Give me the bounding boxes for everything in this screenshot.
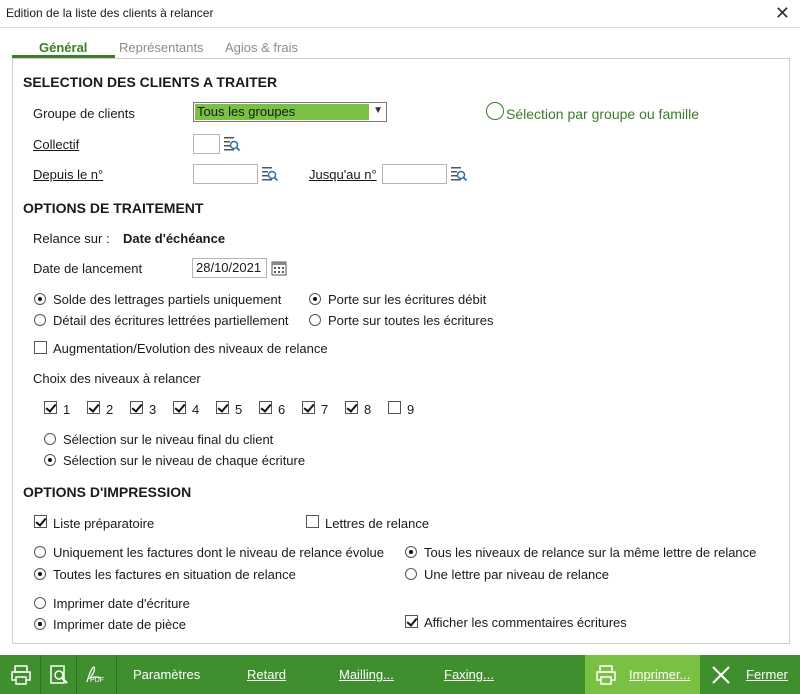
augmentation-label: Augmentation/Evolution des niveaux de re… [53, 341, 328, 356]
radio-niveau-chaque-label: Sélection sur le niveau de chaque écritu… [63, 453, 306, 468]
afficher-commentaires-label: Afficher les commentaires écritures [424, 615, 627, 630]
radio-niveau-final-label: Sélection sur le niveau final du client [63, 432, 274, 447]
tab-agios-frais[interactable]: Agios & frais [225, 40, 298, 55]
radio-uniquement-factures-label: Uniquement les factures dont le niveau d… [53, 545, 384, 560]
footer-toolbar: PDF Paramètres Retard Mailling... Faxing… [0, 655, 800, 694]
lettres-relance-label: Lettres de relance [325, 516, 430, 531]
niveau-5-label: 5 [235, 402, 243, 417]
radio-tous-niveaux[interactable] [405, 546, 417, 558]
groupe-label: Groupe de clients [33, 106, 135, 121]
niveau-7-checkbox[interactable] [302, 401, 315, 414]
footer-separator [76, 655, 77, 694]
fermer-label: Fermer [746, 667, 788, 682]
liste-preparatoire-checkbox[interactable] [34, 515, 47, 528]
radio-une-lettre-label: Une lettre par niveau de relance [424, 567, 610, 582]
search-icon[interactable] [450, 165, 468, 183]
radio-debit[interactable] [309, 293, 321, 305]
tab-representants[interactable]: Représentants [119, 40, 204, 55]
niveau-2-checkbox[interactable] [87, 401, 100, 414]
radio-tous-niveaux-label: Tous les niveaux de relance sur la même … [424, 545, 757, 560]
imprimer-button[interactable]: Imprimer... [585, 655, 700, 694]
niveau-3-checkbox[interactable] [130, 401, 143, 414]
relance-sur-value: Date d'échéance [123, 231, 226, 246]
relance-sur-label: Relance sur : [33, 231, 110, 246]
niveau-1-checkbox[interactable] [44, 401, 57, 414]
radio-detail[interactable] [34, 314, 46, 326]
depuis-label: Depuis le n° [33, 167, 104, 182]
niveau-3-label: 3 [149, 402, 157, 417]
niveau-9-checkbox[interactable] [388, 401, 401, 414]
niveau-8-label: 8 [364, 402, 372, 417]
search-icon[interactable] [261, 165, 279, 183]
tab-bar: Général Représentants Agios & frais [0, 28, 800, 58]
section-impression-title: OPTIONS D'IMPRESSION [23, 484, 192, 500]
fermer-button[interactable]: Fermer [700, 655, 800, 694]
parametres-button[interactable]: Paramètres [133, 655, 200, 694]
date-lancement-label: Date de lancement [33, 261, 143, 276]
niveau-8-checkbox[interactable] [345, 401, 358, 414]
radio-niveau-chaque[interactable] [44, 454, 56, 466]
radio-toutes[interactable] [309, 314, 321, 326]
radio-solde[interactable] [34, 293, 46, 305]
mailling-button[interactable]: Mailling... [339, 655, 394, 694]
radio-niveau-final[interactable] [44, 433, 56, 445]
niveau-4-label: 4 [192, 402, 200, 417]
jusquau-label: Jusqu'au n° [309, 167, 377, 182]
date-lancement-input[interactable]: 28/10/2021 [192, 258, 267, 278]
printer-icon[interactable] [10, 664, 32, 686]
section-selection-title: SELECTION DES CLIENTS A TRAITER [23, 74, 278, 90]
selection-groupe-famille-link[interactable]: Sélection par groupe ou famille [506, 106, 699, 122]
depuis-input[interactable] [193, 164, 258, 184]
footer-separator [116, 655, 117, 694]
niveau-1-label: 1 [63, 402, 71, 417]
main-panel: SELECTION DES CLIENTS A TRAITER Groupe d… [12, 58, 790, 644]
choix-niveaux-label: Choix des niveaux à relancer [33, 371, 201, 386]
afficher-commentaires-checkbox[interactable] [405, 615, 418, 628]
close-icon[interactable]: ✕ [775, 3, 790, 24]
chevron-down-icon[interactable]: ▼ [373, 105, 383, 116]
close-icon [712, 666, 730, 684]
retard-button[interactable]: Retard [247, 655, 286, 694]
liste-preparatoire-label: Liste préparatoire [53, 516, 155, 531]
radio-solde-label: Solde des lettrages partiels uniquement [53, 292, 282, 307]
niveau-4-checkbox[interactable] [173, 401, 186, 414]
radio-uniquement-factures[interactable] [34, 546, 46, 558]
print-preview-icon[interactable] [48, 664, 70, 686]
window-title: Edition de la liste des clients à relanc… [6, 6, 214, 20]
radio-une-lettre[interactable] [405, 568, 417, 580]
pdf-label: PDF [90, 677, 104, 684]
selection-circle-icon [486, 102, 504, 120]
niveau-6-label: 6 [278, 402, 286, 417]
niveau-7-label: 7 [321, 402, 329, 417]
footer-separator [40, 655, 41, 694]
niveau-6-checkbox[interactable] [259, 401, 272, 414]
radio-toutes-factures-label: Toutes les factures en situation de rela… [53, 567, 296, 582]
groupe-select-value: Tous les groupes [195, 104, 369, 120]
radio-toutes-factures[interactable] [34, 568, 46, 580]
niveau-9-label: 9 [407, 402, 415, 417]
groupe-select[interactable]: Tous les groupes ▼ [193, 102, 387, 122]
jusquau-input[interactable] [382, 164, 447, 184]
tab-general[interactable]: Général [39, 40, 87, 55]
imprimer-label: Imprimer... [629, 667, 691, 682]
title-bar: Edition de la liste des clients à relanc… [0, 0, 800, 28]
collectif-label: Collectif [33, 137, 80, 152]
augmentation-checkbox[interactable] [34, 341, 47, 354]
section-traitement-title: OPTIONS DE TRAITEMENT [23, 200, 204, 216]
printer-icon [596, 665, 616, 685]
radio-date-piece-label: Imprimer date de pièce [53, 617, 186, 632]
niveau-5-checkbox[interactable] [216, 401, 229, 414]
radio-detail-label: Détail des écritures lettrées partiellem… [53, 313, 289, 328]
calendar-icon[interactable] [270, 259, 288, 277]
faxing-button[interactable]: Faxing... [444, 655, 494, 694]
niveau-2-label: 2 [106, 402, 114, 417]
radio-date-ecriture-label: Imprimer date d'écriture [53, 596, 190, 611]
radio-date-ecriture[interactable] [34, 597, 46, 609]
radio-toutes-label: Porte sur toutes les écritures [328, 313, 494, 328]
radio-debit-label: Porte sur les écritures débit [328, 292, 487, 307]
lettres-relance-checkbox[interactable] [306, 515, 319, 528]
radio-date-piece[interactable] [34, 618, 46, 630]
collectif-input[interactable] [193, 134, 220, 154]
search-icon[interactable] [223, 135, 241, 153]
